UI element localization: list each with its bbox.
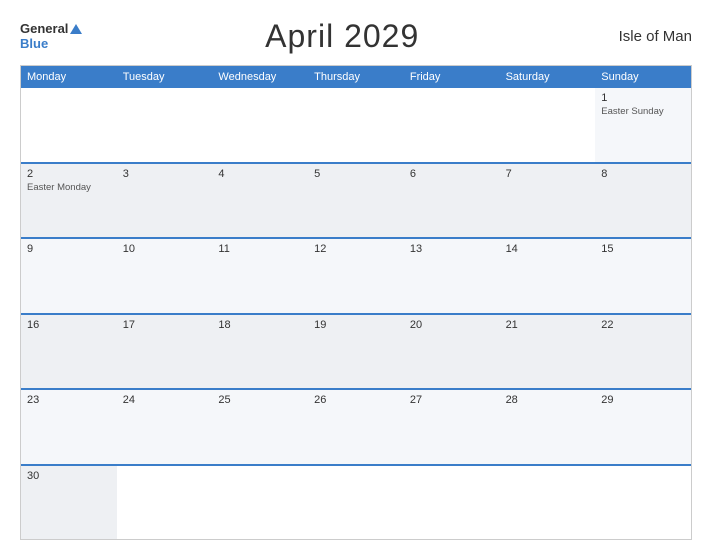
day-cell: [308, 466, 404, 540]
day-cell: [404, 466, 500, 540]
day-number: 29: [601, 394, 685, 406]
day-number: 30: [27, 470, 111, 482]
day-cell: [117, 466, 213, 540]
day-cell: 13: [404, 239, 500, 313]
day-cell: [595, 466, 691, 540]
day-cell: 14: [500, 239, 596, 313]
day-cell: 12: [308, 239, 404, 313]
day-number: 13: [410, 243, 494, 255]
day-cell: [21, 88, 117, 162]
day-cell: 27: [404, 390, 500, 464]
month-title: April 2029: [82, 18, 602, 55]
day-cell: 18: [212, 315, 308, 389]
day-cell: 6: [404, 164, 500, 238]
day-number: 19: [314, 319, 398, 331]
day-number: 2: [27, 168, 111, 180]
day-number: 7: [506, 168, 590, 180]
day-cell: 24: [117, 390, 213, 464]
day-cell: [117, 88, 213, 162]
day-cell: 20: [404, 315, 500, 389]
day-number: 25: [218, 394, 302, 406]
day-cell: 16: [21, 315, 117, 389]
day-number: 15: [601, 243, 685, 255]
day-cell: 23: [21, 390, 117, 464]
day-number: 1: [601, 92, 685, 104]
day-number: 24: [123, 394, 207, 406]
day-number: 9: [27, 243, 111, 255]
day-cell: [212, 88, 308, 162]
day-cell: 10: [117, 239, 213, 313]
day-cell: 28: [500, 390, 596, 464]
day-cell: 21: [500, 315, 596, 389]
week-row: 23 24 25 26 27 28 29: [21, 388, 691, 464]
day-number: 27: [410, 394, 494, 406]
day-cell: [212, 466, 308, 540]
day-number: 17: [123, 319, 207, 331]
header: General Blue April 2029 Isle of Man: [20, 18, 692, 55]
day-number: 12: [314, 243, 398, 255]
day-number: 8: [601, 168, 685, 180]
day-cell: [404, 88, 500, 162]
day-cell: 3: [117, 164, 213, 238]
day-number: 3: [123, 168, 207, 180]
day-header-monday: Monday: [21, 66, 117, 88]
logo-triangle-icon: [70, 24, 82, 34]
day-number: 20: [410, 319, 494, 331]
day-cell: 29: [595, 390, 691, 464]
day-number: 14: [506, 243, 590, 255]
day-header-thursday: Thursday: [308, 66, 404, 88]
day-cell: [308, 88, 404, 162]
logo-general-text: General: [20, 22, 68, 36]
week-row: 16 17 18 19 20 21 22: [21, 313, 691, 389]
day-number: 23: [27, 394, 111, 406]
day-cell: 5: [308, 164, 404, 238]
day-headers: MondayTuesdayWednesdayThursdayFridaySatu…: [21, 66, 691, 88]
weeks: 1 Easter Sunday 2 Easter Monday 345678 9 10 11 1…: [21, 88, 691, 539]
day-event: Easter Monday: [27, 182, 111, 193]
day-number: 28: [506, 394, 590, 406]
day-cell: [500, 88, 596, 162]
day-cell: 26: [308, 390, 404, 464]
day-cell: 4: [212, 164, 308, 238]
day-cell: 15: [595, 239, 691, 313]
day-number: 11: [218, 243, 302, 255]
day-number: 18: [218, 319, 302, 331]
day-header-wednesday: Wednesday: [212, 66, 308, 88]
week-row: 30: [21, 464, 691, 540]
day-number: 26: [314, 394, 398, 406]
day-cell: 11: [212, 239, 308, 313]
day-number: 6: [410, 168, 494, 180]
day-cell: 30: [21, 466, 117, 540]
day-cell: 19: [308, 315, 404, 389]
day-cell: 25: [212, 390, 308, 464]
calendar: MondayTuesdayWednesdayThursdayFridaySatu…: [20, 65, 692, 540]
day-cell: 22: [595, 315, 691, 389]
week-row: 1 Easter Sunday: [21, 88, 691, 162]
week-row: 2 Easter Monday 345678: [21, 162, 691, 238]
day-cell: 17: [117, 315, 213, 389]
logo: General Blue: [20, 22, 82, 51]
day-number: 4: [218, 168, 302, 180]
day-cell: 8: [595, 164, 691, 238]
region-label: Isle of Man: [602, 28, 692, 45]
day-cell: 2 Easter Monday: [21, 164, 117, 238]
day-cell: 7: [500, 164, 596, 238]
logo-blue-text: Blue: [20, 37, 48, 51]
week-row: 9 10 11 12 13 14 15: [21, 237, 691, 313]
day-header-tuesday: Tuesday: [117, 66, 213, 88]
day-cell: 9: [21, 239, 117, 313]
day-number: 10: [123, 243, 207, 255]
day-event: Easter Sunday: [601, 106, 685, 117]
calendar-page: General Blue April 2029 Isle of Man Mond…: [0, 0, 712, 550]
day-number: 5: [314, 168, 398, 180]
day-number: 22: [601, 319, 685, 331]
day-number: 21: [506, 319, 590, 331]
day-cell: 1 Easter Sunday: [595, 88, 691, 162]
day-header-saturday: Saturday: [500, 66, 596, 88]
day-header-sunday: Sunday: [595, 66, 691, 88]
day-header-friday: Friday: [404, 66, 500, 88]
day-cell: [500, 466, 596, 540]
day-number: 16: [27, 319, 111, 331]
